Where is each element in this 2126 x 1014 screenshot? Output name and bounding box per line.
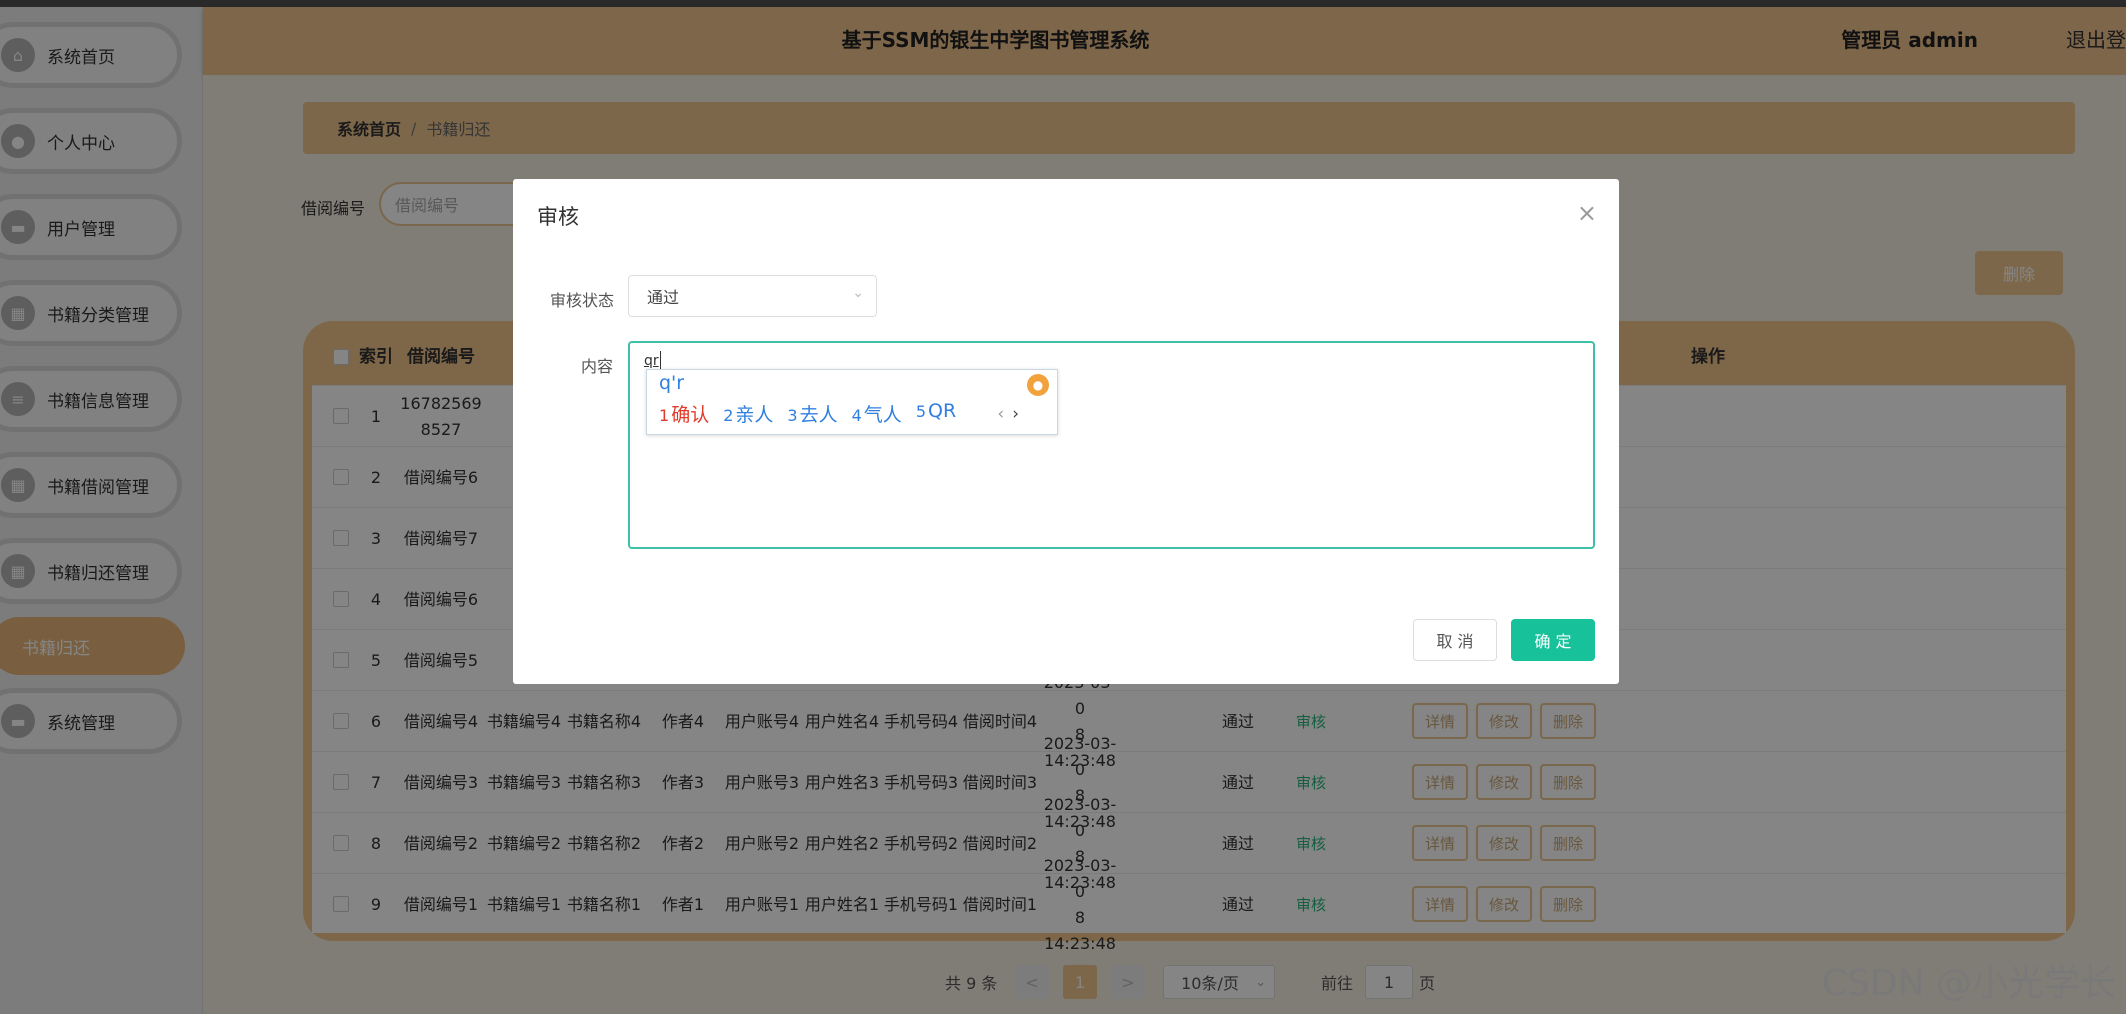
ime-candidate-number: 1 xyxy=(659,406,670,425)
text-cursor xyxy=(659,351,661,369)
ime-candidate[interactable]: 1 确认 xyxy=(659,400,709,427)
ime-candidate[interactable]: 3 去人 xyxy=(787,400,837,427)
confirm-button[interactable]: 确 定 xyxy=(1511,619,1595,661)
audit-status-value: 通过 xyxy=(647,288,680,307)
ime-candidate-number: 4 xyxy=(851,406,862,425)
close-icon[interactable]: × xyxy=(1577,199,1597,227)
ime-candidate[interactable]: 5 QR xyxy=(916,400,956,427)
ime-candidate-text: 去人 xyxy=(799,404,838,426)
ime-candidate-text: 气人 xyxy=(863,404,902,426)
chevron-left-icon[interactable]: ‹ xyxy=(997,404,1012,424)
audit-status-label: 审核状态 xyxy=(550,291,615,310)
dialog-title: 审核 xyxy=(537,205,579,229)
audit-dialog: 审核 × 审核状态 通过 ⌄ 内容 qr q'r ● 1 确认 2 亲人 3 去人 4 气人 5… xyxy=(513,179,1619,684)
ime-logo-icon: ● xyxy=(1027,374,1049,396)
ime-candidate-popup: q'r ● 1 确认 2 亲人 3 去人 4 气人 5 QR ‹› xyxy=(646,369,1058,435)
content-value: qr xyxy=(644,353,659,369)
ime-candidate-number: 5 xyxy=(915,402,926,421)
cancel-button[interactable]: 取 消 xyxy=(1413,619,1497,661)
ime-candidate-text: QR xyxy=(928,400,957,422)
ime-candidate-list: 1 确认 2 亲人 3 去人 4 气人 5 QR xyxy=(659,400,956,427)
ime-candidate[interactable]: 2 亲人 xyxy=(723,400,773,427)
ime-candidate[interactable]: 4 气人 xyxy=(852,400,902,427)
chevron-down-icon: ⌄ xyxy=(852,285,864,301)
ime-candidate-number: 3 xyxy=(787,406,798,425)
audit-status-select[interactable]: 通过 ⌄ xyxy=(628,275,877,317)
content-label: 内容 xyxy=(581,357,614,376)
chevron-right-icon[interactable]: › xyxy=(1012,404,1027,424)
top-strip xyxy=(0,0,2126,7)
ime-page-nav[interactable]: ‹› xyxy=(997,404,1027,424)
ime-candidate-number: 2 xyxy=(723,406,734,425)
ime-input-text: q'r xyxy=(659,372,685,394)
ime-candidate-text: 确认 xyxy=(671,404,710,426)
ime-candidate-text: 亲人 xyxy=(735,404,774,426)
modal-overlay[interactable]: 审核 × 审核状态 通过 ⌄ 内容 qr q'r ● 1 确认 2 亲人 3 去人 4 气人 5… xyxy=(0,7,2126,1014)
